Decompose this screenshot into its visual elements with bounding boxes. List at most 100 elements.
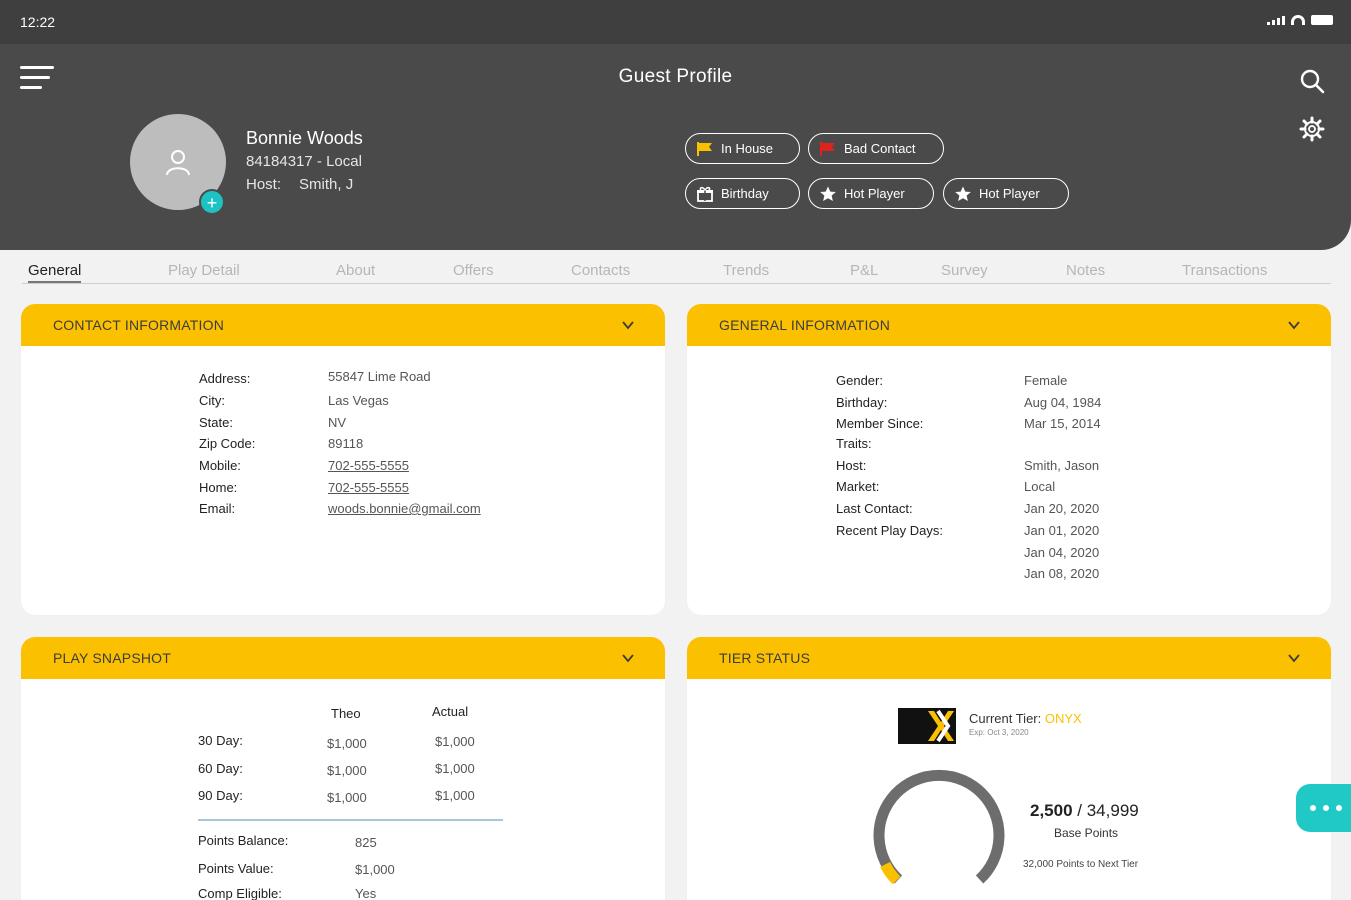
recent-play-days-label: Recent Play Days: (836, 523, 943, 538)
guest-host: Host: Smith, J (246, 176, 353, 193)
points-value-label: Points Value: (198, 861, 274, 876)
current-tier: Current Tier: ONYX (969, 711, 1082, 726)
chip-hot-player[interactable]: Hot Player (943, 178, 1069, 209)
email-link[interactable]: woods.bonnie@gmail.com (328, 501, 481, 516)
90-day-actual: $1,000 (435, 788, 475, 803)
tier-name: ONYX (1044, 711, 1082, 726)
recent-play-day-2: Jan 04, 2020 (1024, 545, 1100, 560)
chevron-down-icon (1288, 321, 1300, 330)
more-actions-button[interactable] (1296, 784, 1351, 832)
chevron-down-icon (1288, 654, 1300, 663)
tab-about[interactable]: About (336, 262, 375, 279)
tier-points-caption: Base Points (1054, 826, 1119, 840)
host-label: Host: (836, 458, 867, 473)
star-icon (820, 186, 836, 201)
recent-play-day-1: Jan 01, 2020 (1024, 523, 1100, 538)
general-information-card: GENERAL INFORMATION Gender: Female Birth… (687, 304, 1331, 615)
host-value: Smith, Jason (1024, 458, 1100, 473)
tier-expiry: Exp: Oct 3, 2020 (969, 728, 1029, 737)
tab-survey[interactable]: Survey (941, 262, 988, 279)
chip-hot-player[interactable]: Hot Player (808, 178, 934, 209)
email-label: Email: (199, 501, 236, 516)
tier-points: 2,500 / 34,999 (1030, 801, 1139, 821)
90-day-theo: $1,000 (327, 790, 367, 805)
chip-birthday[interactable]: Birthday (685, 178, 800, 209)
market-label: Market: (836, 479, 880, 494)
guest-id: 84184317 - Local (246, 153, 362, 170)
tab-notes[interactable]: Notes (1066, 262, 1105, 279)
address-value: 55847 Lime Road (328, 369, 431, 384)
contact-information-header[interactable]: CONTACT INFORMATION (21, 304, 665, 346)
status-bar: 12:22 (0, 0, 1351, 44)
tab-trends[interactable]: Trends (723, 262, 769, 279)
last-contact-label: Last Contact: (836, 501, 913, 516)
state-label: State: (199, 415, 233, 430)
60-day-theo: $1,000 (327, 763, 367, 778)
card-title: PLAY SNAPSHOT (53, 650, 172, 666)
recent-play-day-3: Jan 08, 2020 (1024, 566, 1100, 581)
zip-label: Zip Code: (199, 436, 256, 451)
zip-value: 89118 (328, 436, 364, 451)
city-label: City: (199, 393, 225, 408)
tab-offers[interactable]: Offers (453, 262, 494, 279)
address-label: Address: (199, 371, 251, 386)
add-photo-button[interactable]: + (199, 189, 225, 215)
signal-icon (1267, 15, 1285, 25)
30-day-actual: $1,000 (435, 734, 475, 749)
home-phone-link[interactable]: 702-555-5555 (328, 480, 409, 495)
gender-label: Gender: (836, 373, 883, 388)
search-icon[interactable] (1299, 68, 1325, 94)
comp-eligible-label: Comp Eligible: (198, 886, 282, 900)
wifi-icon (1291, 15, 1305, 25)
mobile-label: Mobile: (199, 458, 241, 473)
home-label: Home: (199, 480, 238, 495)
chevron-down-icon (622, 654, 634, 663)
current-tier-label: Current Tier: (969, 711, 1042, 726)
points-value-value: $1,000 (355, 862, 395, 877)
chevron-down-icon (622, 321, 634, 330)
profile-header: 12:22 Guest Profile + Bonnie Woods 84184… (0, 0, 1351, 250)
tab-play-detail[interactable]: Play Detail (168, 262, 240, 279)
market-value: Local (1024, 479, 1056, 494)
points-balance-value: 825 (355, 835, 377, 850)
30-day-label: 30 Day: (198, 733, 243, 748)
tab-transactions[interactable]: Transactions (1182, 262, 1267, 279)
90-day-label: 90 Day: (198, 788, 243, 803)
card-title: TIER STATUS (719, 650, 811, 666)
play-snapshot-header[interactable]: PLAY SNAPSHOT (21, 637, 665, 679)
traits-label: Traits: (836, 436, 872, 451)
tab-pl[interactable]: P&L (850, 262, 878, 279)
chip-bad-contact[interactable]: Bad Contact (808, 133, 944, 164)
last-contact-value: Jan 20, 2020 (1024, 501, 1100, 516)
chip-label: Hot Player (979, 186, 1040, 201)
gear-icon[interactable] (1299, 116, 1325, 142)
user-icon (166, 150, 190, 176)
chip-label: In House (721, 141, 774, 156)
card-title: CONTACT INFORMATION (53, 317, 225, 333)
card-title: GENERAL INFORMATION (719, 317, 891, 333)
tab-contacts[interactable]: Contacts (571, 262, 630, 279)
tier-status-header[interactable]: TIER STATUS (687, 637, 1331, 679)
guest-host-value: Smith, J (299, 176, 354, 193)
tab-bar: General Play Detail About Offers Contact… (22, 258, 1331, 284)
guest-host-label: Host: (246, 176, 282, 193)
chip-label: Birthday (721, 186, 769, 201)
mobile-link[interactable]: 702-555-5555 (328, 458, 409, 473)
tier-points-value: 2,500 (1030, 801, 1073, 820)
comp-eligible-value: Yes (355, 886, 377, 900)
status-time: 12:22 (20, 14, 56, 30)
divider (198, 819, 503, 821)
birthday-label: Birthday: (836, 395, 888, 410)
next-tier-caption: 32,000 Points to Next Tier (1023, 859, 1139, 870)
tab-general[interactable]: General (28, 262, 82, 283)
tier-status-card: TIER STATUS Current Tier: ONYX Exp: Oct … (687, 637, 1331, 900)
contact-information-card: CONTACT INFORMATION Address: 55847 Lime … (21, 304, 665, 615)
actual-column-header: Actual (432, 704, 469, 719)
chip-label: Bad Contact (844, 141, 916, 156)
points-balance-label: Points Balance: (198, 833, 289, 848)
flag-icon (697, 141, 712, 156)
gender-value: Female (1024, 373, 1068, 388)
chip-in-house[interactable]: In House (685, 133, 800, 164)
play-snapshot-card: PLAY SNAPSHOT Theo Actual 30 Day: $1,000… (21, 637, 665, 900)
general-information-header[interactable]: GENERAL INFORMATION (687, 304, 1331, 346)
